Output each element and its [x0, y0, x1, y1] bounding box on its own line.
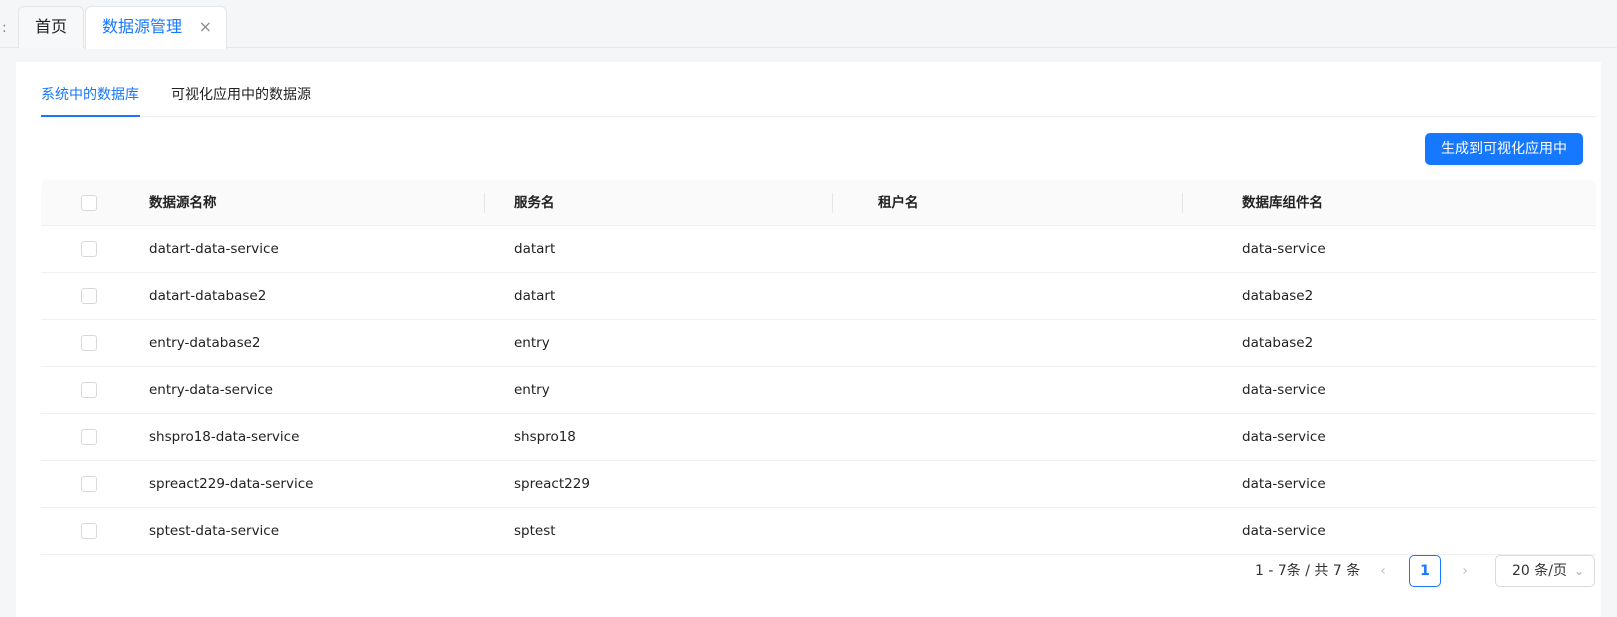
row-checkbox[interactable]: [81, 241, 97, 257]
row-checkbox[interactable]: [81, 476, 97, 492]
column-divider: [832, 193, 833, 213]
pagination-total: 1 - 7条 / 共 7 条: [1255, 563, 1361, 579]
row-checkbox[interactable]: [81, 288, 97, 304]
table-row[interactable]: datart-data-service datart data-service: [41, 226, 1596, 273]
row-checkbox-cell: [81, 367, 97, 413]
header-component-name: 数据库组件名: [1242, 195, 1323, 211]
cell-service-name: datart: [514, 288, 556, 304]
table-row[interactable]: entry-data-service entry data-service: [41, 367, 1596, 414]
cell-service-name: spreact229: [514, 476, 590, 492]
table-row[interactable]: spreact229-data-service spreact229 data-…: [41, 461, 1596, 508]
table-row[interactable]: shspro18-data-service shspro18 data-serv…: [41, 414, 1596, 461]
close-icon[interactable]: ×: [199, 7, 212, 47]
row-checkbox-cell: [81, 226, 97, 272]
datasource-table: 数据源名称 服务名 租户名 数据库组件名 datart-data-service…: [41, 180, 1596, 555]
cell-service-name: shspro18: [514, 429, 576, 445]
cell-component-name: data-service: [1242, 382, 1326, 398]
tab-home[interactable]: 首页: [18, 6, 84, 48]
chevron-left-icon[interactable]: ‹: [1373, 555, 1393, 587]
row-checkbox[interactable]: [81, 429, 97, 445]
page-size-select[interactable]: 20 条/页 ⌄: [1495, 555, 1595, 587]
table-row[interactable]: entry-database2 entry database2: [41, 320, 1596, 367]
subtab-system-databases-label: 系统中的数据库: [41, 87, 139, 103]
main-card: 系统中的数据库 可视化应用中的数据源 生成到可视化应用中 数据源名称 服务名 租…: [16, 62, 1601, 617]
cell-service-name: sptest: [514, 523, 556, 539]
subtab-visualization-datasources-label: 可视化应用中的数据源: [171, 87, 311, 103]
cell-component-name: data-service: [1242, 429, 1326, 445]
chevron-down-icon: ⌄: [1573, 564, 1584, 578]
cell-service-name: entry: [514, 335, 550, 351]
cell-datasource-name: sptest-data-service: [149, 523, 280, 539]
chevron-right-icon[interactable]: ›: [1455, 555, 1475, 587]
row-checkbox-cell: [81, 508, 97, 554]
cell-component-name: data-service: [1242, 476, 1326, 492]
generate-to-visualization-button[interactable]: 生成到可视化应用中: [1425, 133, 1583, 165]
cell-datasource-name: entry-data-service: [149, 382, 273, 398]
cell-service-name: entry: [514, 382, 550, 398]
row-checkbox-cell: [81, 461, 97, 507]
tab-datasource-label: 数据源管理: [102, 17, 183, 36]
cell-datasource-name: entry-database2: [149, 335, 261, 351]
row-checkbox[interactable]: [81, 335, 97, 351]
subtab-active-indicator: [41, 115, 140, 117]
cell-datasource-name: spreact229-data-service: [149, 476, 314, 492]
tab-scroll-edge: :: [2, 20, 7, 36]
cell-datasource-name: datart-data-service: [149, 241, 279, 257]
cell-datasource-name: shspro18-data-service: [149, 429, 300, 445]
cell-component-name: database2: [1242, 335, 1314, 351]
table-row[interactable]: sptest-data-service sptest data-service: [41, 508, 1596, 555]
cell-component-name: database2: [1242, 288, 1314, 304]
cell-service-name: datart: [514, 241, 556, 257]
select-all-checkbox[interactable]: [81, 195, 97, 211]
table-header: 数据源名称 服务名 租户名 数据库组件名: [41, 180, 1596, 226]
header-datasource-name: 数据源名称: [149, 195, 217, 211]
tab-datasource-management[interactable]: 数据源管理 ×: [85, 6, 227, 49]
cell-datasource-name: datart-database2: [149, 288, 267, 304]
column-divider: [1182, 193, 1183, 213]
row-checkbox-cell: [81, 273, 97, 319]
cell-component-name: data-service: [1242, 523, 1326, 539]
row-checkbox[interactable]: [81, 523, 97, 539]
page-size-value: 20 条/页: [1512, 563, 1567, 579]
cell-component-name: data-service: [1242, 241, 1326, 257]
row-checkbox-cell: [81, 414, 97, 460]
column-divider: [484, 193, 485, 213]
header-checkbox-cell: [81, 180, 97, 225]
subtab-system-databases[interactable]: 系统中的数据库: [41, 84, 139, 104]
header-tenant-name: 租户名: [878, 195, 919, 211]
subtab-bar: 系统中的数据库 可视化应用中的数据源: [41, 62, 1596, 117]
table-row[interactable]: datart-database2 datart database2: [41, 273, 1596, 320]
row-checkbox[interactable]: [81, 382, 97, 398]
subtab-visualization-datasources[interactable]: 可视化应用中的数据源: [171, 84, 311, 104]
row-checkbox-cell: [81, 320, 97, 366]
header-service-name: 服务名: [514, 195, 555, 211]
tab-home-label: 首页: [35, 17, 68, 36]
pagination-page-1[interactable]: 1: [1409, 555, 1441, 587]
tab-bar: : 首页 数据源管理 ×: [0, 0, 1617, 49]
